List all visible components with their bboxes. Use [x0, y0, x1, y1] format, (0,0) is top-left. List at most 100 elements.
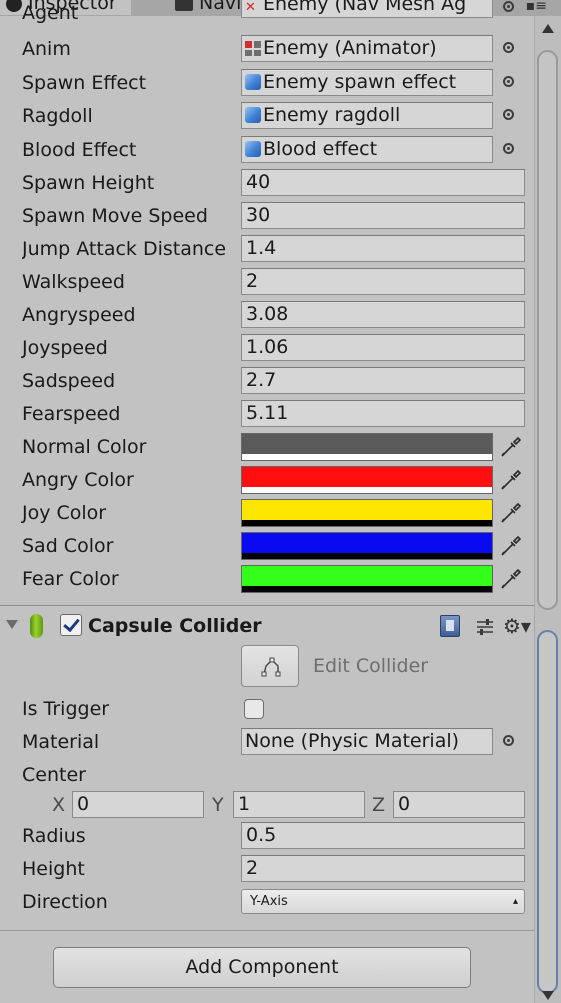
eyedropper-icon[interactable]	[498, 500, 524, 526]
eyedropper-icon[interactable]	[498, 467, 524, 493]
joyspeed-input[interactable]: 1.06	[241, 334, 525, 361]
scroll-track[interactable]	[537, 50, 558, 610]
spawn-effect-label: Spawn Effect	[22, 72, 147, 94]
component-header: Capsule Collider ⚙▾	[0, 605, 534, 646]
jump-attack-distance-label: Jump Attack Distance	[22, 238, 227, 260]
blood-effect-value: Blood effect	[263, 138, 378, 160]
direction-value: Y-Axis	[250, 894, 288, 909]
component-title: Capsule Collider	[88, 615, 262, 637]
scroll-up-arrow-icon[interactable]	[542, 24, 554, 33]
row-sadspeed: Sadspeed 2.7	[0, 365, 534, 397]
agent-field[interactable]: ✕ Enemy (Nav Mesh Ag	[241, 0, 493, 18]
object-picker-icon[interactable]	[503, 109, 514, 120]
center-z-label: Z	[372, 794, 386, 816]
edit-collider-button[interactable]	[241, 645, 299, 687]
fear-color-swatch[interactable]	[241, 565, 493, 593]
animator-icon	[245, 41, 261, 56]
row-center-vector: X 0 Y 1 Z 0	[0, 789, 534, 821]
agent-value: Enemy (Nav Mesh Ag	[263, 0, 467, 15]
direction-label: Direction	[22, 891, 108, 913]
object-picker-icon[interactable]	[503, 735, 514, 746]
row-agent: Agent ✕ Enemy (Nav Mesh Ag	[0, 0, 534, 32]
blood-effect-label: Blood Effect	[22, 139, 137, 161]
row-spawn-move-speed: Spawn Move Speed 30	[0, 200, 534, 232]
ragdoll-field[interactable]: Enemy ragdoll	[241, 102, 493, 129]
is-trigger-label: Is Trigger	[22, 698, 110, 720]
anim-field[interactable]: Enemy (Animator)	[241, 35, 493, 62]
row-angryspeed: Angryspeed 3.08	[0, 299, 534, 331]
anim-value: Enemy (Animator)	[263, 37, 437, 59]
foldout-arrow-icon[interactable]	[6, 620, 18, 629]
row-sad-color: Sad Color	[0, 530, 534, 562]
sad-color-swatch[interactable]	[241, 532, 493, 560]
row-direction: Direction Y-Axis ▴	[0, 886, 534, 918]
row-fear-color: Fear Color	[0, 563, 534, 595]
preset-sliders-icon[interactable]	[474, 617, 496, 637]
center-label: Center	[22, 764, 86, 786]
fearspeed-input[interactable]: 5.11	[241, 400, 525, 427]
sadspeed-input[interactable]: 2.7	[241, 367, 525, 394]
scroll-down-arrow-icon[interactable]	[542, 991, 554, 1000]
center-x-input[interactable]: 0	[72, 791, 204, 818]
height-input[interactable]: 2	[241, 855, 525, 882]
fear-color-label: Fear Color	[22, 568, 119, 590]
spawn-effect-field[interactable]: Enemy spawn effect	[241, 69, 493, 96]
row-fearspeed: Fearspeed 5.11	[0, 398, 534, 430]
angryspeed-input[interactable]: 3.08	[241, 301, 525, 328]
fearspeed-label: Fearspeed	[22, 403, 121, 425]
divider	[0, 930, 534, 931]
row-jump-attack-distance: Jump Attack Distance 1.4	[0, 233, 534, 265]
row-normal-color: Normal Color	[0, 431, 534, 463]
center-x-label: X	[52, 794, 66, 816]
center-y-input[interactable]: 1	[233, 791, 365, 818]
joy-color-swatch[interactable]	[241, 499, 493, 527]
ragdoll-label: Ragdoll	[22, 105, 93, 127]
eyedropper-icon[interactable]	[498, 566, 524, 592]
row-spawn-height: Spawn Height 40	[0, 167, 534, 199]
prefab-icon	[245, 107, 261, 123]
angry-color-swatch[interactable]	[241, 466, 493, 494]
object-picker-icon[interactable]	[503, 143, 514, 154]
capsule-collider-icon	[30, 614, 43, 638]
nav-mesh-agent-icon: ✕	[245, 0, 256, 15]
vertical-scrollbar[interactable]	[534, 16, 561, 1003]
row-spawn-effect: Spawn Effect Enemy spawn effect	[0, 67, 534, 99]
scroll-thumb[interactable]	[537, 630, 558, 994]
spawn-height-input[interactable]: 40	[241, 169, 525, 196]
material-label: Material	[22, 731, 100, 753]
walkspeed-input[interactable]: 2	[241, 268, 525, 295]
is-trigger-checkbox[interactable]	[244, 699, 264, 719]
spawn-move-speed-label: Spawn Move Speed	[22, 205, 208, 227]
normal-color-label: Normal Color	[22, 436, 147, 458]
row-is-trigger: Is Trigger	[0, 693, 534, 725]
row-anim: Anim Enemy (Animator)	[0, 33, 534, 65]
object-picker-icon[interactable]	[503, 42, 514, 53]
component-enabled-checkbox[interactable]	[60, 614, 82, 636]
eyedropper-icon[interactable]	[498, 434, 524, 460]
row-center: Center	[0, 759, 534, 791]
gear-icon[interactable]: ⚙▾	[503, 614, 531, 638]
row-angry-color: Angry Color	[0, 464, 534, 496]
row-height: Height 2	[0, 853, 534, 885]
object-picker-icon[interactable]	[503, 1, 514, 12]
spawn-move-speed-input[interactable]: 30	[241, 202, 525, 229]
normal-color-swatch[interactable]	[241, 433, 493, 461]
sad-color-label: Sad Color	[22, 535, 114, 557]
joyspeed-label: Joyspeed	[22, 337, 108, 359]
material-field[interactable]: None (Physic Material)	[241, 728, 493, 755]
direction-dropdown[interactable]: Y-Axis ▴	[241, 889, 525, 914]
add-component-button[interactable]: Add Component	[53, 947, 471, 988]
jump-attack-distance-input[interactable]: 1.4	[241, 235, 525, 262]
angryspeed-label: Angryspeed	[22, 304, 136, 326]
blood-effect-field[interactable]: Blood effect	[241, 136, 493, 163]
radius-input[interactable]: 0.5	[241, 822, 525, 849]
prefab-icon	[245, 74, 261, 90]
row-joyspeed: Joyspeed 1.06	[0, 332, 534, 364]
help-book-icon[interactable]	[440, 615, 460, 637]
agent-label: Agent	[22, 2, 79, 24]
row-material: Material None (Physic Material)	[0, 726, 534, 758]
object-picker-icon[interactable]	[503, 76, 514, 87]
center-z-input[interactable]: 0	[393, 791, 525, 818]
angry-color-label: Angry Color	[22, 469, 134, 491]
eyedropper-icon[interactable]	[498, 533, 524, 559]
